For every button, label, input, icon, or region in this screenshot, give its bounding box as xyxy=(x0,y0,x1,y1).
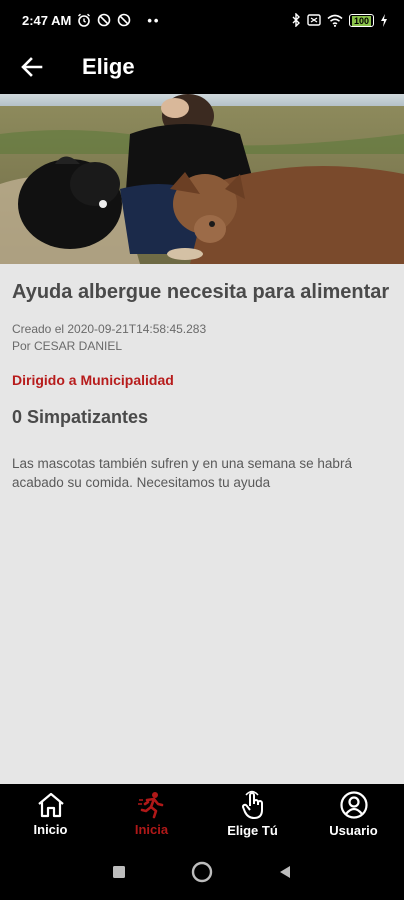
back-button[interactable] xyxy=(2,40,62,94)
bottom-nav: Inicio Inicia Elige Tú Usuario xyxy=(0,784,404,844)
system-nav-bar xyxy=(0,844,404,900)
alarm-icon xyxy=(78,13,91,27)
more-notifications-icon: •• xyxy=(147,12,161,28)
battery-level: 100 xyxy=(351,15,371,26)
post-title: Ayuda albergue necesita para alimentar xyxy=(12,281,390,303)
nav-item-inicio[interactable]: Inicio xyxy=(0,784,101,844)
post-detail: Ayuda albergue necesita para alimentar C… xyxy=(0,264,404,784)
nav-label: Inicio xyxy=(33,822,68,837)
bluetooth-icon xyxy=(292,13,300,27)
page-title: Elige xyxy=(82,54,135,79)
status-bar: 2:47 AM •• 100 xyxy=(0,0,404,40)
hand-pointer-icon xyxy=(241,790,263,819)
blocked-notification-icon xyxy=(118,13,131,27)
status-time: 2:47 AM xyxy=(22,12,72,28)
blocked-notification-icon xyxy=(98,13,111,27)
user-circle-icon xyxy=(339,791,368,819)
home-button-icon[interactable] xyxy=(191,861,213,883)
home-icon xyxy=(37,792,64,818)
created-date: Creado el 2020-09-21T14:58:45.283 xyxy=(12,322,207,336)
nav-label: Inicia xyxy=(134,822,169,837)
supporters-count: 0 Simpatizantes xyxy=(12,407,149,427)
nav-item-elige-tu[interactable]: Elige Tú xyxy=(202,784,303,844)
hero-photo xyxy=(0,94,404,264)
dogs-photo-image xyxy=(0,94,404,264)
author: Por CESAR DANIEL xyxy=(12,339,123,353)
recents-icon[interactable] xyxy=(111,864,127,880)
nav-item-usuario[interactable]: Usuario xyxy=(303,784,404,844)
nav-label: Usuario xyxy=(329,823,378,838)
nav-label: Elige Tú xyxy=(227,823,278,838)
back-triangle-icon[interactable] xyxy=(277,864,293,880)
runner-icon xyxy=(137,792,163,819)
wifi-icon xyxy=(327,14,343,27)
directed-to-label: Dirigido a Municipalidad xyxy=(12,372,174,388)
charging-icon xyxy=(381,13,387,27)
sim-icon xyxy=(307,14,321,26)
nav-item-inicia[interactable]: Inicia xyxy=(101,784,202,844)
post-description: Las mascotas también sufren y en una sem… xyxy=(12,456,352,490)
battery-icon: 100 xyxy=(348,13,374,27)
arrow-left-icon xyxy=(21,57,43,77)
app-bar: Elige xyxy=(0,40,404,94)
